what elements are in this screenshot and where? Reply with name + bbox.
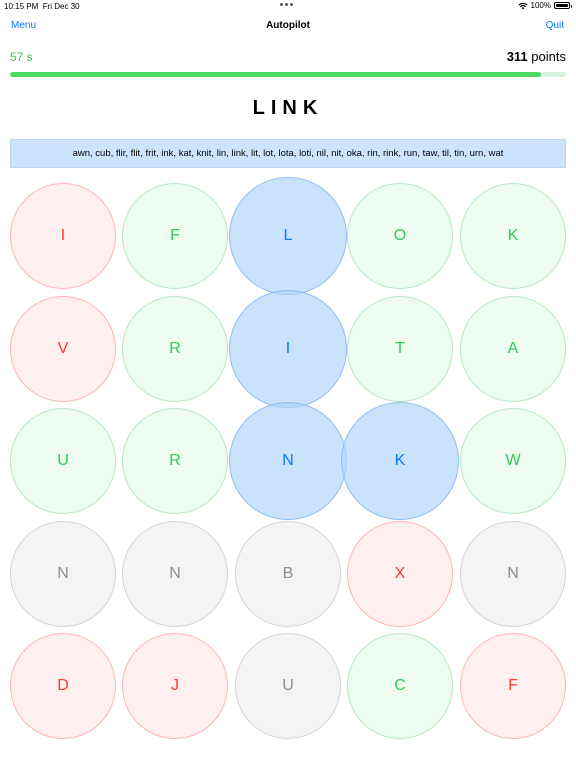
letter-grid: IFOKVRTAURWNNBXNDJUCFLINK [0,0,576,768]
letter-tile[interactable]: D [10,633,116,739]
letter-tile[interactable]: L [229,177,347,295]
letter-tile[interactable]: N [460,521,566,627]
letter-tile[interactable]: O [347,183,453,289]
letter-tile[interactable]: N [229,402,347,520]
letter-tile[interactable]: T [347,296,453,402]
letter-tile[interactable]: X [347,521,453,627]
letter-tile[interactable]: V [10,296,116,402]
letter-tile[interactable]: F [122,183,228,289]
letter-tile[interactable]: C [347,633,453,739]
letter-tile[interactable]: W [460,408,566,514]
letter-tile[interactable]: R [122,296,228,402]
letter-tile[interactable]: U [10,408,116,514]
letter-tile[interactable]: U [235,633,341,739]
letter-tile[interactable]: B [235,521,341,627]
letter-tile[interactable]: F [460,633,566,739]
letter-tile[interactable]: I [10,183,116,289]
letter-tile[interactable]: K [341,402,459,520]
letter-tile[interactable]: R [122,408,228,514]
letter-tile[interactable]: J [122,633,228,739]
letter-tile[interactable]: N [10,521,116,627]
letter-tile[interactable]: A [460,296,566,402]
letter-tile[interactable]: I [229,290,347,408]
letter-tile[interactable]: K [460,183,566,289]
letter-tile[interactable]: N [122,521,228,627]
